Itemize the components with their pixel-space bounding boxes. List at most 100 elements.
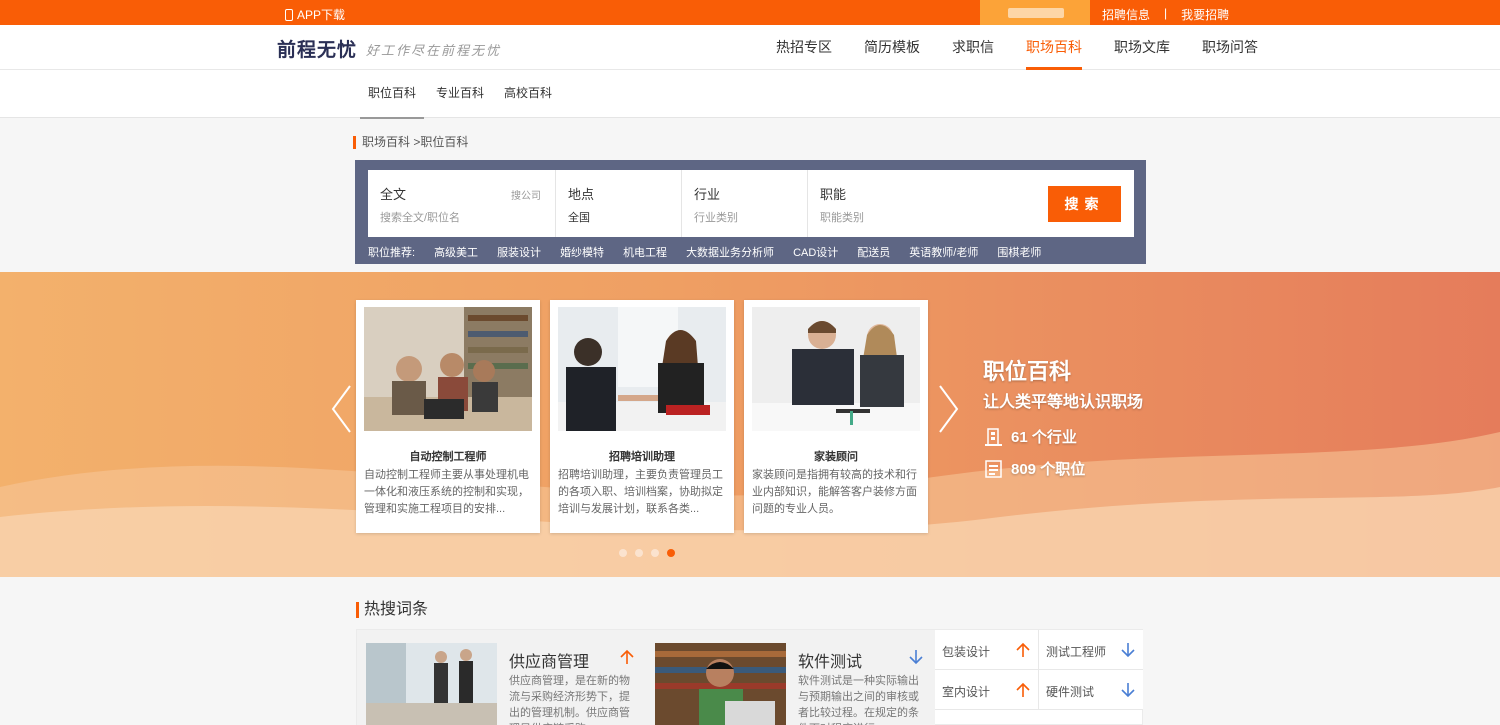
divider: | xyxy=(1164,6,1168,20)
document-icon xyxy=(985,459,1002,478)
tab-job-wiki[interactable]: 职位百科 xyxy=(359,70,425,119)
recommend-link[interactable]: 大数据业务分析师 xyxy=(686,244,774,260)
site-header: 前程无忧 好工作尽在前程无忧 热招专区 简历模板 求职信 职场百科 职场文库 职… xyxy=(0,25,1500,70)
hot-search-area: 供应商管理 供应商管理，是在新的物流与采购经济形势下，提出的管理机制。供应商管理… xyxy=(356,629,1143,725)
hot-card-image xyxy=(366,643,497,725)
recommend-link[interactable]: 英语教师/老师 xyxy=(909,244,978,260)
hot-card-name: 软件测试 xyxy=(798,654,863,671)
banner-title: 职位百科 xyxy=(983,359,1072,384)
sub-tabs: 职位百科 专业百科 高校百科 xyxy=(0,70,1500,119)
location-label: 地点 xyxy=(568,187,595,202)
hot-search-title: 热搜词条 xyxy=(356,602,428,618)
search-panel: 全文 搜公司 搜索全文/职位名 地点 全国 行业 行业类别 职能 职能类别 搜索… xyxy=(355,160,1146,264)
job-card[interactable]: 自动控制工程师 自动控制工程师主要从事处理机电一体化和液压系统的控制和实现，管理… xyxy=(356,300,540,533)
job-card-desc: 自动控制工程师主要从事处理机电一体化和液压系统的控制和实现，管理和实施工程项目的… xyxy=(364,469,529,515)
main-nav: 热招专区 简历模板 求职信 职场百科 职场文库 职场问答 xyxy=(760,25,1274,70)
search-company-toggle[interactable]: 搜公司 xyxy=(511,187,541,202)
job-card[interactable]: 家装顾问 家装顾问是指拥有较高的技术和行业内部知识，能解答客户装修方面问题的专业… xyxy=(744,300,928,533)
recommend-link[interactable]: CAD设计 xyxy=(793,244,838,260)
carousel-dot[interactable] xyxy=(635,549,643,557)
fulltext-label: 全文 xyxy=(380,187,407,202)
nav-hot-jobs[interactable]: 热招专区 xyxy=(760,25,848,70)
tab-college-wiki[interactable]: 高校百科 xyxy=(504,70,552,118)
trend-down-icon xyxy=(1121,643,1135,658)
location-field[interactable]: 地点 全国 xyxy=(556,170,682,237)
job-card-desc: 招聘培训助理，主要负责管理员工的各项入职、培训档案，协助拟定培训与发展计划，联系… xyxy=(558,469,723,515)
job-card-title: 家装顾问 xyxy=(814,451,858,463)
job-card[interactable]: 招聘培训助理 招聘培训助理，主要负责管理员工的各项入职、培训档案，协助拟定培训与… xyxy=(550,300,734,533)
recommend-label: 职位推荐: xyxy=(368,247,416,259)
job-recommendations: 职位推荐: 高级美工 服装设计 婚纱模特 机电工程 大数据业务分析师 CAD设计… xyxy=(368,244,1060,260)
hot-card-image xyxy=(655,643,786,725)
recommend-link[interactable]: 服装设计 xyxy=(497,244,541,260)
search-button[interactable]: 搜索 xyxy=(1048,186,1121,222)
logo[interactable]: 前程无忧 xyxy=(277,35,357,62)
location-select[interactable]: 全国 xyxy=(568,209,590,225)
function-label: 职能 xyxy=(820,187,847,202)
carousel-dot[interactable] xyxy=(651,549,659,557)
banner-subtitle: 让人类平等地认识职场 xyxy=(983,392,1144,411)
top-links: 招聘信息 | 我要招聘 xyxy=(1102,6,1229,23)
trend-up-icon xyxy=(1016,682,1030,697)
top-bar: APP下载 招聘信息 | 我要招聘 xyxy=(0,0,1500,25)
carousel-next-arrow[interactable] xyxy=(936,384,960,434)
industry-select[interactable]: 行业类别 xyxy=(694,209,738,225)
nav-career-library[interactable]: 职场文库 xyxy=(1098,25,1186,70)
tab-major-wiki[interactable]: 专业百科 xyxy=(436,70,484,118)
nav-career-wiki[interactable]: 职场百科 xyxy=(1010,25,1098,70)
building-icon xyxy=(985,427,1002,446)
hot-term[interactable]: 测试工程师 xyxy=(1039,630,1143,670)
job-card-title: 自动控制工程师 xyxy=(409,451,487,463)
nav-career-qa[interactable]: 职场问答 xyxy=(1186,25,1274,70)
search-box: 全文 搜公司 搜索全文/职位名 地点 全国 行业 行业类别 职能 职能类别 搜索 xyxy=(368,170,1134,237)
logo-slogan: 好工作尽在前程无忧 xyxy=(366,44,502,59)
recommend-link[interactable]: 配送员 xyxy=(857,244,890,260)
hot-term[interactable]: 硬件测试 xyxy=(1039,670,1143,710)
post-job-link[interactable]: 我要招聘 xyxy=(1181,6,1229,23)
job-card-image xyxy=(558,307,726,431)
fulltext-field[interactable]: 全文 搜公司 搜索全文/职位名 xyxy=(368,170,556,237)
hot-term-name: 测试工程师 xyxy=(1046,645,1107,659)
trend-up-icon xyxy=(620,649,634,664)
hot-term[interactable]: 室内设计 xyxy=(935,670,1039,710)
hot-term-name: 包装设计 xyxy=(942,645,991,659)
hot-card[interactable]: 供应商管理 供应商管理，是在新的物流与采购经济形势下，提出的管理机制。供应商管理… xyxy=(357,630,646,725)
job-count-text: 809 个职位 xyxy=(1011,461,1086,478)
carousel-dot-active[interactable] xyxy=(667,549,675,557)
recommend-link[interactable]: 高级美工 xyxy=(434,244,478,260)
hot-card[interactable]: 软件测试 软件测试是一种实际输出与预期输出之间的审核或者比较过程。在规定的条件下… xyxy=(646,630,935,725)
recruit-info-link[interactable]: 招聘信息 xyxy=(1102,6,1150,23)
hot-term[interactable]: 包装设计 xyxy=(935,630,1039,670)
job-card-image xyxy=(364,307,532,431)
banner-carousel: 自动控制工程师 自动控制工程师主要从事处理机电一体化和液压系统的控制和实现，管理… xyxy=(0,272,1500,577)
trend-up-icon xyxy=(1016,642,1030,657)
job-card-image xyxy=(752,307,920,431)
industry-field[interactable]: 行业 行业类别 xyxy=(682,170,808,237)
hot-term-name: 室内设计 xyxy=(942,685,991,699)
trend-down-icon xyxy=(909,650,923,665)
job-card-desc: 家装顾问是指拥有较高的技术和行业内部知识，能解答客户装修方面问题的专业人员。 xyxy=(752,469,917,515)
nav-cover-letter[interactable]: 求职信 xyxy=(936,25,1010,70)
nav-resume-templates[interactable]: 简历模板 xyxy=(848,25,936,70)
recommend-link[interactable]: 机电工程 xyxy=(623,244,667,260)
hot-card-name: 供应商管理 xyxy=(509,654,590,671)
breadcrumb[interactable]: 职场百科 >职位百科 xyxy=(353,136,468,149)
function-field[interactable]: 职能 职能类别 xyxy=(808,170,1008,237)
function-select[interactable]: 职能类别 xyxy=(820,209,864,225)
app-download-label: APP下载 xyxy=(297,8,346,22)
industry-count-text: 61 个行业 xyxy=(1011,429,1077,446)
carousel-prev-arrow[interactable] xyxy=(330,384,354,434)
recommend-link[interactable]: 婚纱模特 xyxy=(560,244,604,260)
user-account[interactable] xyxy=(980,0,1090,25)
recommend-link[interactable]: 围棋老师 xyxy=(997,244,1041,260)
app-download-link[interactable]: APP下载 xyxy=(285,6,345,23)
fulltext-input[interactable]: 搜索全文/职位名 xyxy=(380,209,460,225)
hot-card-desc: 供应商管理，是在新的物流与采购经济形势下，提出的管理机制。供应商管理是供应链采购… xyxy=(509,675,630,725)
job-card-title: 招聘培训助理 xyxy=(609,451,675,463)
trend-down-icon xyxy=(1121,683,1135,698)
industry-label: 行业 xyxy=(694,187,721,202)
username-blurred xyxy=(1008,8,1064,18)
carousel-dot[interactable] xyxy=(619,549,627,557)
hot-term-name: 硬件测试 xyxy=(1046,685,1095,699)
hot-card-desc: 软件测试是一种实际输出与预期输出之间的审核或者比较过程。在规定的条件下对程序进行… xyxy=(798,675,919,725)
